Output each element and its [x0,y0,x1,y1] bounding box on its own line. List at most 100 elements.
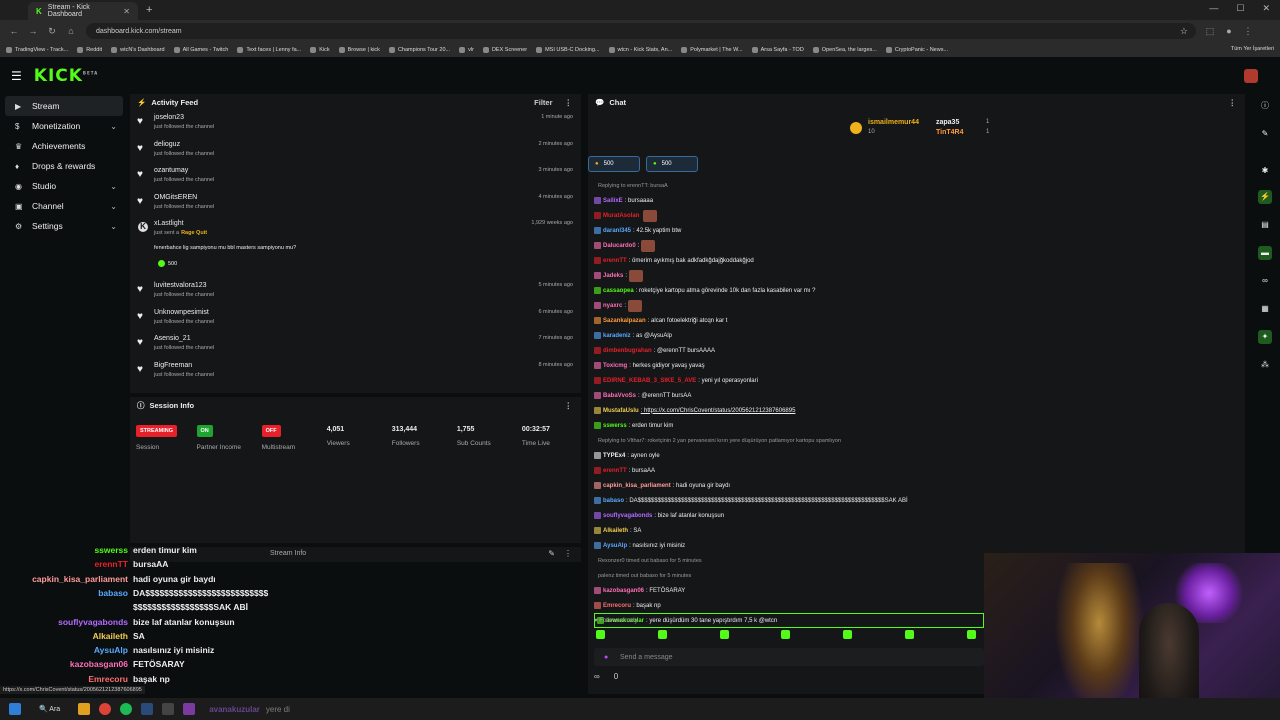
sidebar-item-monetization[interactable]: $ Monetization ⌄ [5,116,123,136]
gift-card-2[interactable]: ● 500 [646,156,698,172]
close-window-icon[interactable]: ✕ [1262,3,1270,14]
infinity-icon[interactable]: ∞ [594,672,600,681]
bookmark-item[interactable]: Reddit [77,46,102,53]
profile-icon[interactable]: ● [1224,26,1234,36]
activity-username[interactable]: ozantumay [154,167,188,174]
doc-icon[interactable]: ▤ [1258,218,1272,232]
chat-username[interactable]: TYPEx4 [603,453,625,459]
emote-shortcut-icon[interactable] [657,630,667,639]
windows-start-icon[interactable] [9,703,21,715]
reload-icon[interactable]: ↻ [47,26,57,37]
spotify-icon[interactable] [120,703,133,715]
stream-info-menu-icon[interactable]: ⋮ [564,549,572,558]
chat-username[interactable]: capkin_kisa_parliament [603,483,671,489]
file-explorer-icon[interactable] [78,703,91,715]
chat-username[interactable]: karadeniz [603,333,631,339]
bookmark-item[interactable]: CryptoPanic - News... [885,46,948,53]
sidebar-item-settings[interactable]: ⚙ Settings ⌄ [5,216,123,236]
edit-icon[interactable]: ✎ [548,549,555,558]
chat-username[interactable]: Emrecoru [603,603,631,609]
chat-username[interactable]: MustafaUslu [603,408,639,414]
discord-icon[interactable] [183,703,196,715]
bookmark-item[interactable]: OpenSea, the larges... [812,46,877,53]
chat-username[interactable]: babaso [603,498,624,504]
share-icon[interactable]: ⁂ [1258,358,1272,372]
top-gifter-1[interactable]: ismailmemur44 [868,119,919,126]
sidebar-item-achievements[interactable]: ♛ Achievements [5,136,123,156]
taskbar-search[interactable]: 🔍 Ara [39,705,60,713]
forward-icon[interactable]: → [28,26,38,36]
emote-shortcut-icon[interactable] [596,630,605,639]
bookmark-item[interactable]: Browse | kick [338,46,380,53]
chat-username[interactable]: Toxicmg [603,363,627,369]
info-icon[interactable]: ⓘ [1258,99,1272,113]
chat-username[interactable]: Dalucardo0 [603,243,636,249]
close-tab-icon[interactable]: ✕ [123,7,130,16]
chat-username[interactable]: MuratAsolan [603,213,639,219]
activity-username[interactable]: xLastlight [154,220,184,227]
all-bookmarks[interactable]: Tüm Yer İşaretleri [1231,46,1274,52]
bookmark-item[interactable]: Arsa Sayfa - TOD [751,46,804,53]
minimize-icon[interactable]: — [1209,3,1218,14]
bookmark-item[interactable]: Polymarket | The W... [681,46,743,53]
activity-username[interactable]: OMGitsEREN [154,194,197,201]
activity-username[interactable]: BigFreeman [154,362,192,369]
sidebar-item-channel[interactable]: ▣ Channel ⌄ [5,196,123,216]
extensions-icon[interactable]: ⬚ [1205,26,1215,37]
chat-username[interactable]: kazobasgan06 [603,588,644,594]
bookmark-item[interactable]: All Games - Twitch [173,46,228,53]
sidebar-item-drops-rewards[interactable]: ♦ Drops & rewards [5,156,123,176]
chat-username[interactable]: souflyvagabonds [603,513,652,519]
activity-username[interactable]: Unknownpesimist [154,309,209,316]
chat-username[interactable]: sswerss [603,423,627,429]
user-avatar[interactable] [1244,69,1258,83]
chat-username[interactable]: nyaxrc [603,303,622,309]
session-menu-icon[interactable]: ⋮ [565,401,573,410]
home-icon[interactable]: ⌂ [66,26,76,36]
hamburger-menu-icon[interactable]: ☰ [11,69,22,83]
browser-tab[interactable]: K Stream - Kick Dashboard ✕ [28,2,138,20]
bookmark-item[interactable]: Champions Tour 20... [388,46,450,53]
bookmark-item[interactable]: Text faces | Lenny fa... [237,46,301,53]
emote-shortcut-icon[interactable] [781,630,791,639]
chat-username[interactable]: AysuAlp [603,543,627,549]
filter-button[interactable]: Filter [534,98,552,107]
chat-username[interactable]: Sazankalpazan [603,318,646,324]
top-gifter-2[interactable]: zapa35 [936,119,959,126]
chat-menu-icon[interactable]: ⋮ [1229,98,1237,107]
emote-shortcut-icon[interactable] [966,630,976,639]
kick-logo[interactable]: KICKBETA [34,66,98,86]
sidebar-item-studio[interactable]: ◉ Studio ⌄ [5,176,123,196]
menu-dots-icon[interactable]: ⋮ [1243,26,1253,37]
emote-shortcut-icon[interactable] [905,630,915,639]
chat-username[interactable]: dimbenbugrahan [603,348,652,354]
chat-link[interactable]: : https://x.com/ChrisCovent/status/20056… [641,408,796,414]
chat-username[interactable]: BabaVvoSs [603,393,636,399]
chat-username[interactable]: EDIRNE_KEBAB_3_SIKE_5_AVE [603,378,696,384]
chrome-icon[interactable] [99,703,112,715]
activity-username[interactable]: joselon23 [154,114,184,121]
chat-username[interactable]: erennTT [603,258,627,264]
pencil-icon[interactable]: ✎ [1258,127,1272,141]
chat-username[interactable]: Alkaileth [603,528,628,534]
bookmark-item[interactable]: wtcn - Kick Stats, An... [608,46,672,53]
new-tab-button[interactable]: + [146,4,152,16]
gift-card-1[interactable]: ● 500 [588,156,640,172]
steam-icon[interactable] [141,703,154,715]
chat-username[interactable]: daranl345 [603,228,631,234]
bug-icon[interactable]: ✱ [1258,164,1272,178]
emote-shortcut-icon[interactable] [843,630,853,639]
activity-username[interactable]: luvitestvalora123 [154,282,207,289]
sidebar-item-stream[interactable]: ▶ Stream [5,96,123,116]
bookmark-item[interactable]: vlr [459,46,474,53]
bookmark-item[interactable]: MSI USB-C Docking... [536,46,600,53]
maximize-icon[interactable]: ☐ [1236,3,1244,14]
app-icon[interactable] [162,703,175,715]
top-gifter-3[interactable]: TinT4R4 [936,129,964,136]
bolt-icon[interactable]: ⚡ [1258,190,1272,204]
chat-username[interactable]: Jadeks [603,273,623,279]
chat-username[interactable]: erennTT [603,468,627,474]
wrench-icon[interactable]: ✦ [1258,330,1272,344]
activity-username[interactable]: Asensio_21 [154,335,191,342]
emote-shortcut-icon[interactable] [719,630,729,639]
